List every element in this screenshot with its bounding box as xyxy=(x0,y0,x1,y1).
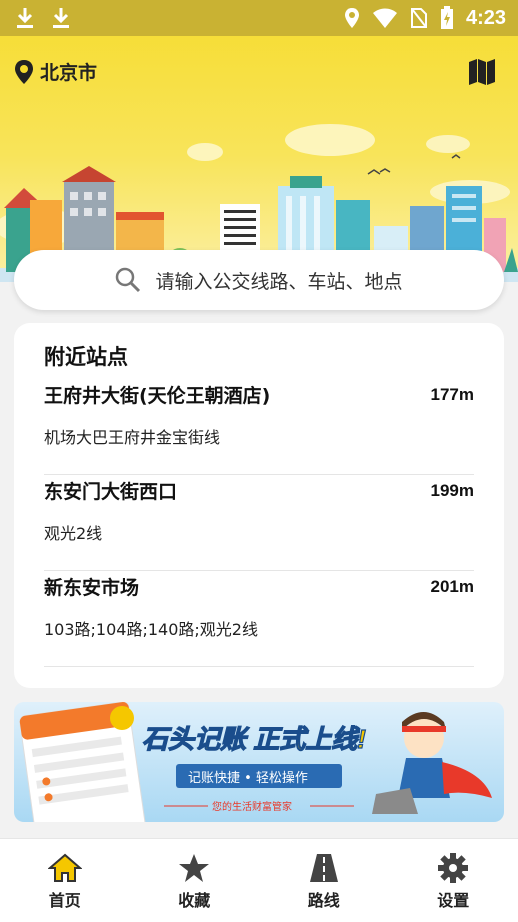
download-icon xyxy=(17,8,33,28)
gear-icon xyxy=(438,853,469,883)
stop-name: 东安门大街西口 xyxy=(44,481,178,503)
banner-tagline: 记账快捷 • 轻松操作 xyxy=(188,770,308,786)
bottom-navigation: 首页 收藏 路线 设置 xyxy=(0,838,518,922)
location-pin-icon xyxy=(15,59,33,84)
stop-row[interactable]: 新东安市场 201m 103路;104路;140路;观光2线 xyxy=(44,571,474,667)
nav-settings-label: 设置 xyxy=(437,891,470,910)
stop-lines: 机场大巴王府井金宝街线 xyxy=(44,428,221,447)
nav-favorites[interactable]: 收藏 xyxy=(130,839,260,922)
city-selector[interactable]: 北京市 xyxy=(14,58,97,85)
nearby-title: 附近站点 xyxy=(44,345,128,369)
no-sim-icon xyxy=(410,8,427,28)
location-status-icon xyxy=(344,8,359,28)
city-name: 北京市 xyxy=(40,62,98,84)
promo-banner[interactable]: 石头记账 正式上线! 记账快捷 • 轻松操作 您的生活财富管家 xyxy=(14,702,504,822)
stop-distance: 199m xyxy=(430,481,474,500)
search-icon xyxy=(116,267,141,293)
search-placeholder: 请输入公交线路、车站、地点 xyxy=(155,270,403,293)
nav-home[interactable]: 首页 xyxy=(0,839,130,922)
stop-row[interactable]: 王府井大街(天伦王朝酒店) 177m 机场大巴王府井金宝街线 xyxy=(44,379,474,475)
download-icon xyxy=(53,8,69,28)
nav-routes[interactable]: 路线 xyxy=(259,839,389,922)
status-bar: 4:23 xyxy=(0,0,518,36)
star-icon xyxy=(179,854,210,882)
banner-illustration: 石头记账 正式上线! 记账快捷 • 轻松操作 您的生活财富管家 xyxy=(19,702,492,822)
wifi-icon xyxy=(372,8,397,28)
home-icon xyxy=(47,853,82,882)
nav-favorites-label: 收藏 xyxy=(178,891,211,910)
stop-name: 新东安市场 xyxy=(44,577,140,599)
status-time: 4:23 xyxy=(465,6,506,29)
stop-distance: 177m xyxy=(430,385,474,404)
search-bar[interactable]: 请输入公交线路、车站、地点 xyxy=(14,250,504,310)
map-icon[interactable] xyxy=(468,58,496,86)
nav-home-label: 首页 xyxy=(48,891,81,910)
stop-row[interactable]: 东安门大街西口 199m 观光2线 xyxy=(44,475,474,571)
battery-charging-icon xyxy=(440,6,453,29)
nav-settings[interactable]: 设置 xyxy=(389,839,518,922)
road-icon xyxy=(309,854,338,882)
hero-header: 4:23 北京市 xyxy=(0,0,518,282)
nav-routes-label: 路线 xyxy=(307,891,340,910)
stop-lines: 观光2线 xyxy=(44,524,103,543)
banner-subline: 您的生活财富管家 xyxy=(212,800,292,813)
stop-name: 王府井大街(天伦王朝酒店) xyxy=(44,385,271,407)
stop-distance: 201m xyxy=(430,577,474,596)
nearby-stops-card: 附近站点 王府井大街(天伦王朝酒店) 177m 机场大巴王府井金宝街线 东安门大… xyxy=(14,323,504,688)
stop-lines: 103路;104路;140路;观光2线 xyxy=(44,620,258,639)
banner-headline: 石头记账 正式上线! xyxy=(142,724,366,754)
